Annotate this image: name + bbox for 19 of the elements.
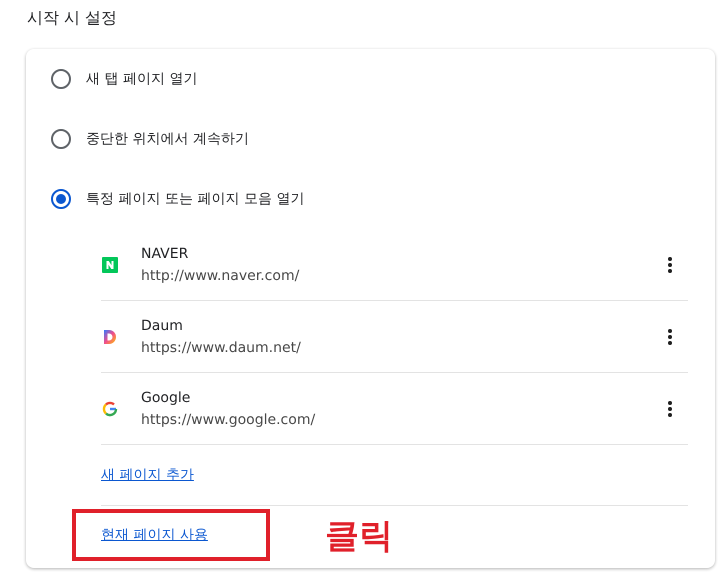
annotation-text: 클릭 xyxy=(325,515,393,558)
google-icon xyxy=(101,400,119,418)
page-url: https://www.daum.net/ xyxy=(141,340,302,356)
page-name: NAVER xyxy=(141,246,190,262)
radio-button[interactable] xyxy=(51,69,71,89)
section-title: 시작 시 설정 xyxy=(27,7,118,29)
page-name: Daum xyxy=(141,318,184,334)
daum-icon xyxy=(101,328,119,346)
page-name: Google xyxy=(141,390,192,406)
naver-icon xyxy=(101,256,119,274)
add-page-link[interactable]: 새 페이지 추가 xyxy=(101,466,194,484)
option-label: 특정 페이지 또는 페이지 모음 열기 xyxy=(86,190,304,208)
page-url: http://www.naver.com/ xyxy=(141,268,300,284)
use-current-page-link[interactable]: 현재 페이지 사용 xyxy=(101,526,208,544)
option-label: 새 탭 페이지 열기 xyxy=(86,70,198,88)
page-url: https://www.google.com/ xyxy=(141,412,316,428)
radio-button[interactable] xyxy=(51,189,71,209)
radio-button[interactable] xyxy=(51,129,71,149)
option-label: 중단한 위치에서 계속하기 xyxy=(86,130,249,148)
